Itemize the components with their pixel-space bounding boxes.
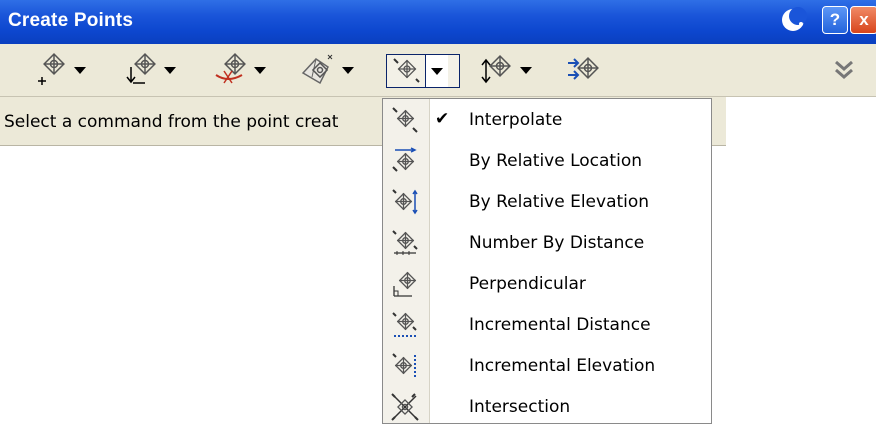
window-title: Create Points: [8, 10, 134, 31]
toolbar-tool-point-alignment[interactable]: [214, 50, 266, 90]
close-button[interactable]: x: [850, 6, 876, 34]
dropdown-toggle[interactable]: [426, 55, 448, 87]
menu-item-label: Number By Distance: [469, 233, 645, 253]
menu-item-by-relative-location[interactable]: By Relative Location: [383, 142, 713, 180]
toolbar-tool-point-slope[interactable]: [478, 50, 532, 90]
toolbar-tool-point-convert[interactable]: [566, 50, 602, 90]
menu-item-interpolate[interactable]: ✔ Interpolate: [383, 101, 713, 139]
relative-location-icon: [392, 147, 417, 172]
menu-item-incremental-distance[interactable]: Incremental Distance: [383, 306, 713, 344]
chevron-down-icon: [164, 66, 176, 74]
toolbar-tool-point-add[interactable]: [34, 50, 86, 90]
point-import-icon: [126, 53, 156, 84]
menu-item-label: Intersection: [469, 397, 571, 417]
toolbar-tool-point-surface[interactable]: [300, 50, 354, 90]
menu-item-intersection[interactable]: Intersection: [383, 388, 713, 426]
incremental-elevation-icon: [392, 353, 416, 377]
title-bar[interactable]: Create Points ? x: [0, 0, 876, 44]
menu-item-by-relative-elevation[interactable]: By Relative Elevation: [383, 183, 713, 221]
menu-item-label: By Relative Location: [469, 151, 642, 171]
point-add-icon: [38, 53, 65, 85]
toolbar: [0, 44, 876, 97]
chevron-down-icon: [342, 66, 354, 74]
menu-item-number-by-distance[interactable]: Number By Distance: [383, 224, 713, 262]
moon-icon[interactable]: [776, 6, 810, 34]
menu-item-label: Incremental Distance: [469, 315, 651, 335]
chevron-down-icon: [254, 66, 266, 74]
chevron-down-icon: [431, 67, 443, 75]
point-slope-icon: [481, 55, 511, 84]
chevron-down-icon: [520, 66, 532, 74]
toolbar-tool-point-import[interactable]: [124, 50, 176, 90]
interpolate-dropdown-menu: ✔ Interpolate By Relative Location By Re…: [382, 98, 712, 424]
menu-item-label: By Relative Elevation: [469, 192, 650, 212]
perpendicular-icon: [393, 271, 417, 297]
check-icon: ✔: [435, 109, 450, 129]
number-by-distance-icon: [392, 230, 418, 255]
incremental-distance-icon: [392, 312, 417, 337]
double-chevron-down-icon: [835, 60, 853, 79]
menu-item-perpendicular[interactable]: Perpendicular: [383, 265, 713, 303]
point-surface-icon: [301, 54, 333, 85]
point-alignment-icon: [215, 53, 246, 84]
toolbar-tool-point-interpolate[interactable]: [386, 54, 460, 88]
help-button[interactable]: ?: [822, 6, 848, 34]
toolbar-expand-button[interactable]: [832, 50, 856, 90]
chevron-down-icon: [74, 66, 86, 74]
point-convert-icon: [568, 57, 599, 80]
intersection-icon: [391, 393, 419, 421]
point-interpolate-icon: [393, 58, 420, 83]
relative-elevation-icon: [392, 189, 418, 215]
interpolate-icon: [392, 107, 418, 133]
menu-item-incremental-elevation[interactable]: Incremental Elevation: [383, 347, 713, 385]
menu-item-label: Incremental Elevation: [469, 356, 656, 376]
menu-item-label: Interpolate: [469, 110, 563, 130]
prompt-text: Select a command from the point creat: [4, 112, 339, 132]
menu-item-label: Perpendicular: [469, 274, 586, 294]
